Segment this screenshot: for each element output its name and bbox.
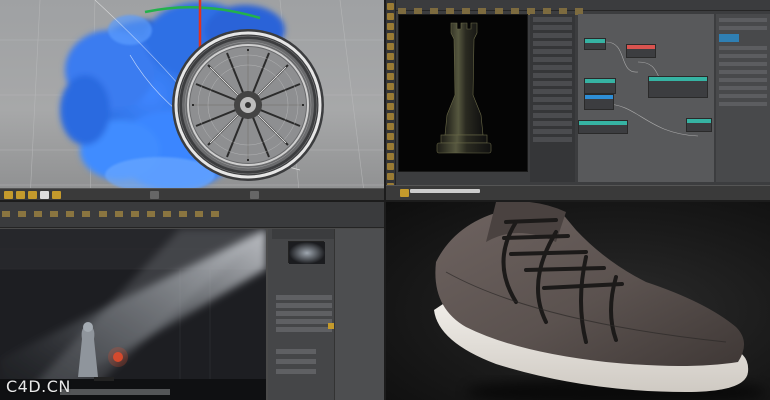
wheel-smoke-scene: [0, 0, 384, 200]
volumetric-scene: [0, 229, 266, 400]
timeline-record-icon[interactable]: [16, 191, 25, 199]
tool-icon[interactable]: [66, 211, 75, 217]
sneaker-render: [386, 202, 770, 400]
material-thumbnail[interactable]: [288, 241, 325, 264]
right-dock[interactable]: [334, 229, 384, 400]
shader-node[interactable]: [686, 118, 712, 132]
tool-icon[interactable]: [387, 43, 394, 50]
tool-icon[interactable]: [18, 211, 27, 217]
sneaker-scene: [434, 202, 766, 400]
timeline-button-icon[interactable]: [250, 191, 259, 199]
color-swatch[interactable]: [719, 34, 739, 42]
viewport-wheel-smoke[interactable]: [0, 0, 384, 200]
tool-icon[interactable]: [387, 113, 394, 120]
tool-icon[interactable]: [34, 211, 43, 217]
timeline-bar[interactable]: [0, 188, 384, 200]
timeline-loop-icon[interactable]: [52, 191, 61, 199]
node-editor-window[interactable]: [386, 0, 770, 200]
shader-node[interactable]: [578, 120, 628, 134]
tool-icon[interactable]: [195, 211, 204, 217]
shader-node[interactable]: [584, 94, 614, 110]
timeline-key-icon[interactable]: [28, 191, 37, 199]
shader-node[interactable]: [584, 38, 606, 50]
tool-icon[interactable]: [387, 83, 394, 90]
tool-icon[interactable]: [82, 211, 91, 217]
tool-icon[interactable]: [114, 211, 123, 217]
timeline-frame-icon[interactable]: [40, 191, 49, 199]
timeline-button-icon[interactable]: [150, 191, 159, 199]
shader-node[interactable]: [626, 44, 656, 58]
object-list-panel[interactable]: [530, 14, 575, 182]
timeline-play-icon[interactable]: [4, 191, 13, 199]
tool-icon[interactable]: [98, 211, 107, 217]
shader-node[interactable]: [648, 76, 708, 98]
tool-icon[interactable]: [387, 173, 394, 180]
tool-icon[interactable]: [387, 53, 394, 60]
tool-icon[interactable]: [50, 211, 59, 217]
tool-icon[interactable]: [387, 93, 394, 100]
tool-icon[interactable]: [387, 163, 394, 170]
left-toolbar: [386, 0, 396, 200]
timeline-bar[interactable]: [386, 185, 770, 200]
tool-icon[interactable]: [162, 211, 171, 217]
chess-rook-render: [436, 22, 492, 154]
render-window[interactable]: [0, 202, 384, 400]
timeline-scrubber[interactable]: [410, 189, 480, 193]
tool-icon[interactable]: [146, 211, 155, 217]
tool-icon[interactable]: [387, 103, 394, 110]
tool-icon[interactable]: [179, 211, 188, 217]
tool-icon[interactable]: [387, 23, 394, 30]
panel-divider: [0, 200, 770, 202]
timeline-play-icon[interactable]: [400, 189, 409, 197]
tool-icon[interactable]: [387, 123, 394, 130]
tool-icon[interactable]: [211, 211, 220, 217]
tool-icon[interactable]: [387, 73, 394, 80]
tool-icon[interactable]: [387, 143, 394, 150]
attributes-panel[interactable]: [716, 14, 770, 182]
watermark-text: C4D.CN: [6, 377, 71, 396]
tool-icon[interactable]: [387, 33, 394, 40]
tool-icon[interactable]: [387, 153, 394, 160]
wheel: [172, 29, 324, 181]
render-viewport[interactable]: [0, 229, 266, 400]
render-toolbar: [0, 202, 384, 228]
material-preview-viewport[interactable]: [398, 14, 528, 172]
tool-icon[interactable]: [130, 211, 139, 217]
shader-node[interactable]: [584, 78, 616, 94]
tool-icon[interactable]: [2, 211, 10, 217]
tool-icon[interactable]: [387, 13, 394, 20]
top-toolbar: [396, 0, 770, 15]
node-graph-canvas[interactable]: [578, 14, 714, 182]
tool-icon[interactable]: [387, 133, 394, 140]
tool-icon[interactable]: [387, 63, 394, 70]
tool-icon[interactable]: [387, 3, 394, 10]
